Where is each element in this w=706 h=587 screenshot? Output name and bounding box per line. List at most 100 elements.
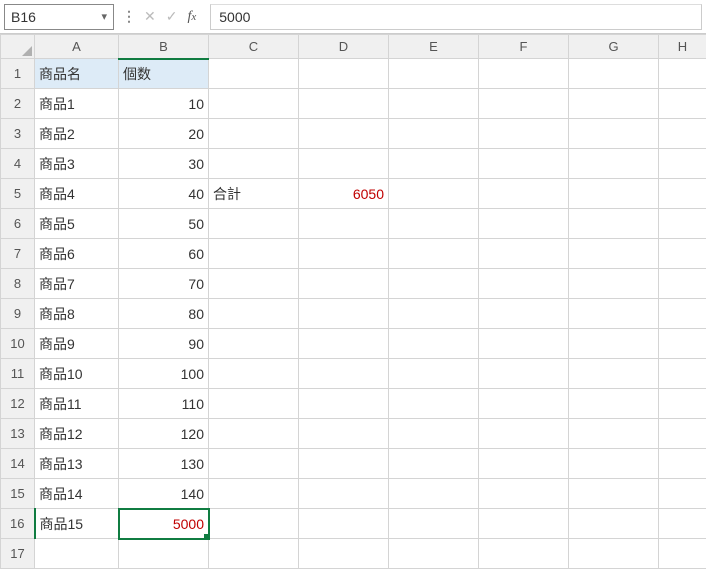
cell-D2[interactable] [299, 89, 389, 119]
row-header-12[interactable]: 12 [1, 389, 35, 419]
cell-B13[interactable]: 120 [119, 419, 209, 449]
cell-D9[interactable] [299, 299, 389, 329]
row-header-6[interactable]: 6 [1, 209, 35, 239]
select-all-corner[interactable] [1, 35, 35, 59]
cell-G7[interactable] [569, 239, 659, 269]
cancel-icon[interactable]: ✕ [144, 8, 156, 25]
cell-B17[interactable] [119, 539, 209, 569]
cell-F7[interactable] [479, 239, 569, 269]
column-header-H[interactable]: H [659, 35, 706, 59]
column-header-A[interactable]: A [35, 35, 119, 59]
cell-B1[interactable]: 個数 [119, 59, 209, 89]
cell-G16[interactable] [569, 509, 659, 539]
cell-C17[interactable] [209, 539, 299, 569]
cell-A3[interactable]: 商品2 [35, 119, 119, 149]
column-header-C[interactable]: C [209, 35, 299, 59]
cell-E10[interactable] [389, 329, 479, 359]
cell-C8[interactable] [209, 269, 299, 299]
cell-E13[interactable] [389, 419, 479, 449]
cell-H12[interactable] [659, 389, 706, 419]
cell-B9[interactable]: 80 [119, 299, 209, 329]
row-header-2[interactable]: 2 [1, 89, 35, 119]
column-header-D[interactable]: D [299, 35, 389, 59]
cell-D7[interactable] [299, 239, 389, 269]
cell-H4[interactable] [659, 149, 706, 179]
column-header-G[interactable]: G [569, 35, 659, 59]
cell-B2[interactable]: 10 [119, 89, 209, 119]
row-header-4[interactable]: 4 [1, 149, 35, 179]
cell-D17[interactable] [299, 539, 389, 569]
cell-F2[interactable] [479, 89, 569, 119]
cell-F9[interactable] [479, 299, 569, 329]
column-header-B[interactable]: B [119, 35, 209, 59]
cell-F5[interactable] [479, 179, 569, 209]
cell-G11[interactable] [569, 359, 659, 389]
cell-D5[interactable]: 6050 [299, 179, 389, 209]
cell-B14[interactable]: 130 [119, 449, 209, 479]
cell-A12[interactable]: 商品11 [35, 389, 119, 419]
cell-H13[interactable] [659, 419, 706, 449]
row-header-9[interactable]: 9 [1, 299, 35, 329]
cell-E8[interactable] [389, 269, 479, 299]
cell-D11[interactable] [299, 359, 389, 389]
cell-E12[interactable] [389, 389, 479, 419]
cell-A5[interactable]: 商品4 [35, 179, 119, 209]
cell-B6[interactable]: 50 [119, 209, 209, 239]
cell-G17[interactable] [569, 539, 659, 569]
cell-B10[interactable]: 90 [119, 329, 209, 359]
cell-E4[interactable] [389, 149, 479, 179]
cell-C2[interactable] [209, 89, 299, 119]
cell-E3[interactable] [389, 119, 479, 149]
cell-A7[interactable]: 商品6 [35, 239, 119, 269]
cell-A15[interactable]: 商品14 [35, 479, 119, 509]
row-header-7[interactable]: 7 [1, 239, 35, 269]
cell-A17[interactable] [35, 539, 119, 569]
cell-A2[interactable]: 商品1 [35, 89, 119, 119]
cell-H16[interactable] [659, 509, 706, 539]
cell-D15[interactable] [299, 479, 389, 509]
cell-G8[interactable] [569, 269, 659, 299]
cell-C10[interactable] [209, 329, 299, 359]
column-header-F[interactable]: F [479, 35, 569, 59]
row-header-11[interactable]: 11 [1, 359, 35, 389]
cell-D16[interactable] [299, 509, 389, 539]
cell-A1[interactable]: 商品名 [35, 59, 119, 89]
cell-G6[interactable] [569, 209, 659, 239]
cell-C12[interactable] [209, 389, 299, 419]
cell-G12[interactable] [569, 389, 659, 419]
cell-C1[interactable] [209, 59, 299, 89]
cell-E5[interactable] [389, 179, 479, 209]
row-header-1[interactable]: 1 [1, 59, 35, 89]
cell-A13[interactable]: 商品12 [35, 419, 119, 449]
cell-A9[interactable]: 商品8 [35, 299, 119, 329]
cell-H1[interactable] [659, 59, 706, 89]
cell-E9[interactable] [389, 299, 479, 329]
cell-D3[interactable] [299, 119, 389, 149]
cell-B4[interactable]: 30 [119, 149, 209, 179]
cell-G5[interactable] [569, 179, 659, 209]
cell-D6[interactable] [299, 209, 389, 239]
cell-E6[interactable] [389, 209, 479, 239]
cell-A11[interactable]: 商品10 [35, 359, 119, 389]
cell-D8[interactable] [299, 269, 389, 299]
cell-F11[interactable] [479, 359, 569, 389]
cell-B16[interactable]: 5000 [119, 509, 209, 539]
cell-A10[interactable]: 商品9 [35, 329, 119, 359]
cell-F12[interactable] [479, 389, 569, 419]
cell-G2[interactable] [569, 89, 659, 119]
cell-G9[interactable] [569, 299, 659, 329]
cell-H2[interactable] [659, 89, 706, 119]
cell-G1[interactable] [569, 59, 659, 89]
cell-C9[interactable] [209, 299, 299, 329]
cell-C16[interactable] [209, 509, 299, 539]
row-header-15[interactable]: 15 [1, 479, 35, 509]
spreadsheet-grid[interactable]: ABCDEFGH 1商品名個数2商品1103商品2204商品3305商品440合… [0, 34, 706, 569]
cell-D12[interactable] [299, 389, 389, 419]
row-header-10[interactable]: 10 [1, 329, 35, 359]
cell-F6[interactable] [479, 209, 569, 239]
cell-A14[interactable]: 商品13 [35, 449, 119, 479]
cell-G4[interactable] [569, 149, 659, 179]
cell-D4[interactable] [299, 149, 389, 179]
row-header-8[interactable]: 8 [1, 269, 35, 299]
cell-F15[interactable] [479, 479, 569, 509]
